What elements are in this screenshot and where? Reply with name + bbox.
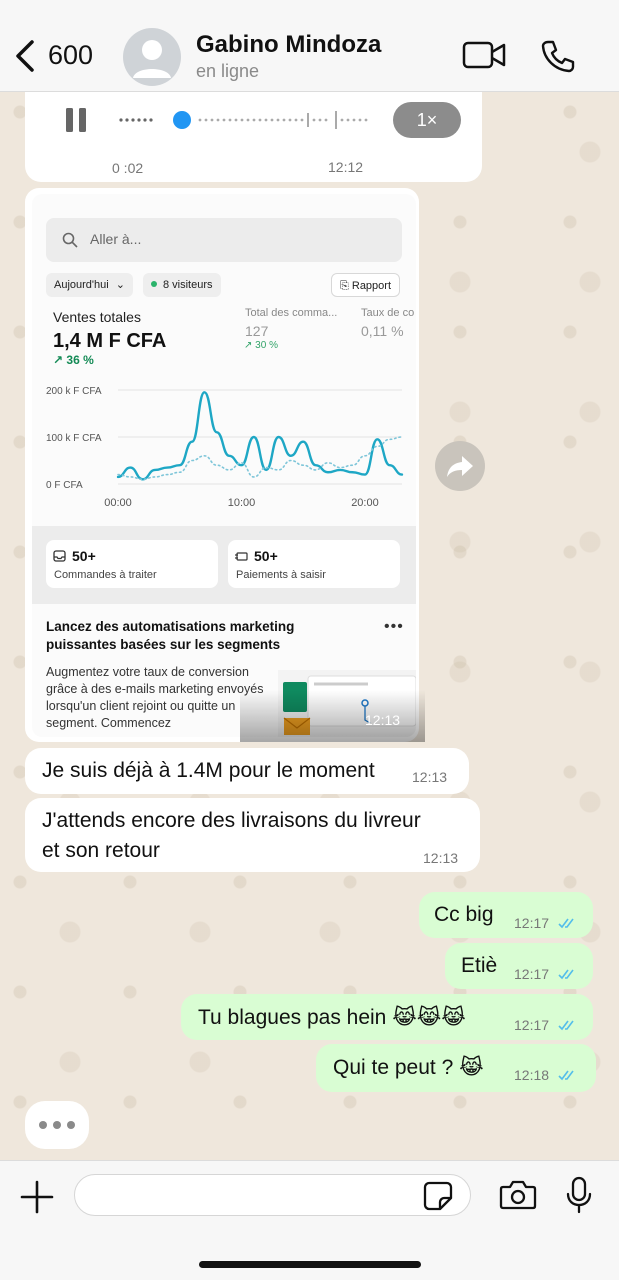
avatar-placeholder-icon bbox=[133, 40, 171, 78]
composer-bar bbox=[0, 1160, 619, 1280]
y-tick-label: 0 F CFA bbox=[46, 480, 83, 491]
series-line-current bbox=[116, 391, 404, 481]
chat-header: 600 Gabino Mindoza en ligne bbox=[0, 0, 619, 92]
orders-to-process-label: Commandes à traiter bbox=[54, 569, 157, 581]
read-receipt-icon bbox=[558, 1070, 574, 1081]
orders-total-trend: ↗ 30 % bbox=[244, 340, 278, 351]
read-receipt-icon bbox=[558, 1020, 574, 1031]
message-text: Je suis déjà à 1.4M pour le moment bbox=[42, 759, 375, 782]
date-filter-pill: Aujourd'hui ⌄ bbox=[46, 273, 133, 297]
typing-dot bbox=[53, 1121, 61, 1129]
trend-up-icon: ↗ bbox=[53, 353, 64, 367]
orders-to-process-card: 50+ Commandes à traiter bbox=[46, 540, 218, 588]
conversion-value: 0,11 % bbox=[361, 323, 404, 339]
x-tick-label: 00:00 bbox=[104, 497, 132, 509]
message-text: Tu blagues pas hein 😹😹😹 bbox=[198, 1006, 466, 1029]
message-time: 12:17 bbox=[514, 966, 550, 982]
phone-call-icon[interactable] bbox=[540, 38, 576, 74]
forward-icon bbox=[447, 456, 473, 477]
report-icon: ⎘ bbox=[340, 280, 349, 292]
playback-speed-button[interactable]: 1× bbox=[393, 102, 461, 138]
orders-total-value: 127 bbox=[245, 323, 269, 339]
contact-status: en ligne bbox=[196, 61, 260, 81]
sales-line-chart: 200 k F CFA 100 k F CFA 0 F CFA 00:00 10:00 2… bbox=[46, 386, 404, 509]
contact-name[interactable]: Gabino Mindoza bbox=[196, 31, 381, 59]
live-dot-icon bbox=[151, 281, 157, 288]
video-call-icon[interactable] bbox=[462, 40, 506, 70]
dashboard-search-bar: Aller à... bbox=[46, 218, 402, 262]
camera-icon[interactable] bbox=[499, 1179, 537, 1211]
home-indicator bbox=[199, 1261, 421, 1268]
payments-to-capture-card: 50+ Paiements à saisir bbox=[228, 540, 400, 588]
message-text: Etiè bbox=[461, 954, 498, 977]
orders-total-trend-value: 30 % bbox=[255, 340, 278, 351]
report-label: Rapport bbox=[351, 280, 392, 292]
voice-message: 1× 0 :02 12:12 bbox=[25, 92, 482, 182]
microphone-icon[interactable] bbox=[566, 1176, 592, 1214]
promo-title: Lancez des automatisations marketing pui… bbox=[46, 619, 295, 652]
message-time: 12:17 bbox=[514, 915, 550, 931]
image-timestamp: 12:13 bbox=[365, 712, 401, 728]
search-icon bbox=[62, 232, 78, 248]
search-placeholder: Aller à... bbox=[90, 231, 142, 247]
payments-to-capture-value: 50+ bbox=[254, 548, 278, 564]
typing-dot bbox=[67, 1121, 75, 1129]
total-sales-trend-value: 36 % bbox=[66, 353, 94, 367]
pause-icon[interactable] bbox=[65, 108, 87, 132]
back-arrow-icon[interactable] bbox=[12, 38, 38, 74]
voice-timestamp: 12:12 bbox=[328, 159, 364, 175]
message-time: 12:13 bbox=[412, 769, 448, 785]
plus-icon[interactable] bbox=[20, 1180, 54, 1214]
y-tick-label: 100 k F CFA bbox=[46, 433, 102, 444]
message-bubble-out[interactable]: Tu blagues pas hein 😹😹😹 12:17 bbox=[181, 994, 593, 1040]
inbox-icon bbox=[53, 550, 66, 562]
total-sales-label: Ventes totales bbox=[53, 309, 141, 325]
read-receipt-icon bbox=[558, 969, 574, 980]
sticker-icon[interactable] bbox=[423, 1181, 453, 1211]
message-text: Qui te peut ? 😹 bbox=[333, 1056, 484, 1079]
chevron-down-icon: ⌄ bbox=[115, 279, 125, 291]
orders-to-process-value: 50+ bbox=[72, 548, 96, 564]
date-filter-label: Aujourd'hui bbox=[54, 279, 109, 291]
voice-duration: 0 :02 bbox=[112, 160, 144, 176]
message-time: 12:17 bbox=[514, 1017, 550, 1033]
message-text: Cc big bbox=[434, 903, 494, 926]
orders-total-label: Total des comma... bbox=[245, 307, 338, 319]
y-tick-label: 200 k F CFA bbox=[46, 386, 102, 397]
message-bubble-out[interactable]: Qui te peut ? 😹 12:18 bbox=[316, 1044, 596, 1092]
promo-body: Augmentez votre taux de conversion grâce… bbox=[46, 665, 264, 730]
visitors-label: 8 visiteurs bbox=[163, 279, 213, 291]
message-bubble-out[interactable]: Etiè 12:17 bbox=[445, 943, 593, 989]
image-message[interactable]: Aller à... Aujourd'hui ⌄ 8 visiteurs ⎘ R… bbox=[25, 188, 419, 742]
message-text-line: et son retour bbox=[42, 839, 160, 862]
voice-waveform[interactable] bbox=[118, 108, 368, 132]
total-sales-value: 1,4 M F CFA bbox=[53, 330, 167, 352]
conversion-label: Taux de co bbox=[361, 307, 415, 319]
total-sales-trend: ↗ 36 % bbox=[53, 353, 94, 367]
x-tick-label: 10:00 bbox=[228, 497, 256, 509]
dashboard-screenshot[interactable]: Aller à... Aujourd'hui ⌄ 8 visiteurs ⎘ R… bbox=[32, 194, 416, 737]
typing-indicator bbox=[25, 1101, 89, 1149]
message-time: 12:18 bbox=[514, 1067, 550, 1083]
payment-icon bbox=[235, 552, 248, 561]
typing-dot bbox=[39, 1121, 47, 1129]
message-bubble-in[interactable]: J'attends encore des livraisons du livre… bbox=[25, 798, 480, 872]
more-options-icon: ••• bbox=[384, 618, 404, 635]
visitors-pill: 8 visiteurs bbox=[143, 273, 221, 297]
contact-avatar[interactable] bbox=[123, 28, 181, 86]
message-input[interactable] bbox=[74, 1174, 471, 1216]
unread-count[interactable]: 600 bbox=[48, 40, 93, 71]
message-bubble-in[interactable]: Je suis déjà à 1.4M pour le moment 12:13 bbox=[25, 748, 469, 794]
payments-to-capture-label: Paiements à saisir bbox=[236, 569, 326, 581]
report-pill: ⎘ Rapport bbox=[331, 273, 401, 297]
x-tick-label: 20:00 bbox=[351, 497, 379, 509]
message-time: 12:13 bbox=[423, 850, 459, 866]
message-bubble-out[interactable]: Cc big 12:17 bbox=[419, 892, 593, 938]
forward-button[interactable] bbox=[435, 441, 485, 491]
read-receipt-icon bbox=[558, 918, 574, 929]
message-text-line: J'attends encore des livraisons du livre… bbox=[42, 809, 421, 832]
